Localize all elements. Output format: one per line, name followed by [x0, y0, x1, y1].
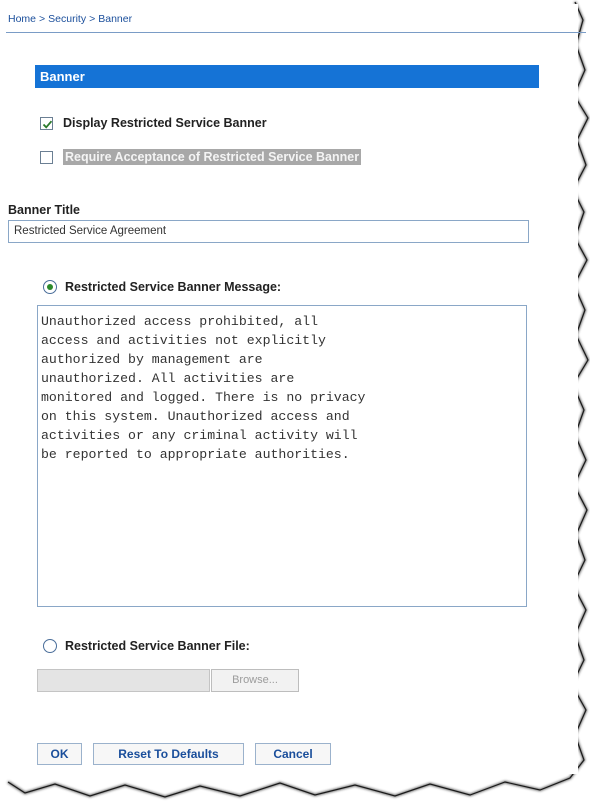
breadcrumb-security-link[interactable]: Security — [48, 13, 86, 25]
checkmark-icon — [42, 120, 53, 129]
breadcrumb-current: Banner — [98, 13, 133, 25]
banner-file-input[interactable] — [37, 669, 210, 692]
file-option-label: Restricted Service Banner File: — [65, 639, 250, 653]
section-header: Banner — [35, 65, 539, 88]
cancel-button[interactable]: Cancel — [255, 743, 331, 765]
breadcrumb-separator: > — [89, 13, 96, 25]
reset-to-defaults-button[interactable]: Reset To Defaults — [93, 743, 244, 765]
require-acceptance-label: Require Acceptance of Restricted Service… — [63, 149, 362, 165]
banner-settings-page: Home > Security > Banner Banner Display Rest… — [6, 4, 586, 774]
banner-title-input[interactable]: Restricted Service Agreement — [8, 220, 529, 243]
breadcrumb-divider — [6, 32, 586, 33]
require-acceptance-checkbox[interactable] — [40, 150, 53, 164]
breadcrumb: Home > Security > Banner — [8, 13, 132, 25]
ok-button[interactable]: OK — [37, 743, 82, 765]
breadcrumb-separator: > — [39, 13, 46, 25]
banner-title-label: Banner Title — [8, 203, 81, 217]
file-radio[interactable] — [43, 639, 57, 653]
require-acceptance-option[interactable]: Require Acceptance of Restricted Service… — [40, 149, 362, 165]
message-radio[interactable] — [43, 280, 57, 294]
file-option[interactable]: Restricted Service Banner File: — [43, 639, 250, 653]
display-banner-label: Display Restricted Service Banner — [63, 116, 267, 130]
breadcrumb-home-link[interactable]: Home — [8, 13, 36, 25]
browse-button[interactable]: Browse... — [211, 669, 299, 692]
display-banner-checkbox[interactable] — [40, 116, 53, 130]
message-option[interactable]: Restricted Service Banner Message: — [43, 280, 281, 294]
banner-message-textarea[interactable]: Unauthorized access prohibited, all acce… — [37, 305, 527, 607]
display-banner-option[interactable]: Display Restricted Service Banner — [40, 116, 267, 130]
message-option-label: Restricted Service Banner Message: — [65, 280, 282, 294]
